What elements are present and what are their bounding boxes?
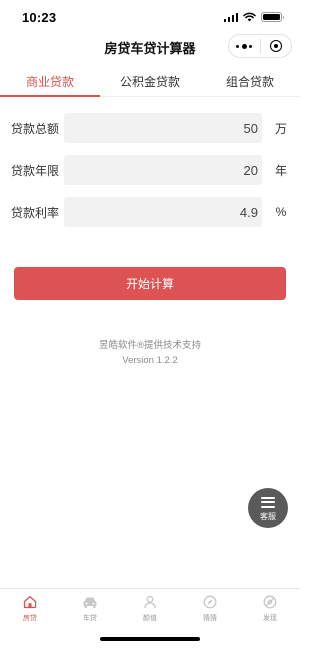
loan-amount-unit: 万 bbox=[274, 121, 287, 136]
loan-amount-row: 贷款总额 万 bbox=[0, 111, 300, 145]
status-icons bbox=[223, 12, 284, 22]
tabbar-item-mortgage[interactable]: 房贷 bbox=[0, 589, 60, 627]
loan-form: 贷款总额 万 贷款年限 年 贷款利率 % bbox=[0, 111, 300, 237]
loan-rate-input[interactable] bbox=[64, 197, 262, 227]
tabbar-item-discover[interactable]: 发现 bbox=[240, 589, 300, 627]
tab-provident-fund-loan[interactable]: 公积金贷款 bbox=[100, 67, 200, 96]
page-title: 房贷车贷计算器 bbox=[104, 40, 196, 56]
loan-type-tabs: 商业贷款 公积金贷款 组合贷款 bbox=[0, 67, 300, 97]
version-text: Version 1.2.2 bbox=[122, 355, 178, 366]
discover-icon bbox=[262, 594, 278, 610]
close-button[interactable] bbox=[261, 35, 292, 57]
signal-icon bbox=[223, 12, 238, 22]
tabbar-label-car-loan: 车贷 bbox=[83, 614, 97, 622]
more-button[interactable] bbox=[229, 35, 260, 57]
more-dots-icon bbox=[236, 43, 253, 49]
mini-program-capsule bbox=[228, 34, 292, 58]
tech-support-credit: 昱皓软件®提供技术支持 bbox=[98, 340, 201, 351]
tabbar-label-discover: 发现 bbox=[263, 614, 277, 622]
loan-years-unit: 年 bbox=[274, 163, 287, 178]
customer-service-button[interactable]: 客服 bbox=[248, 488, 288, 528]
status-time: 10:23 bbox=[22, 9, 57, 25]
bottom-tab-bar: 房贷 车贷 颜值 猜猜 发现 bbox=[0, 588, 300, 649]
exit-target-icon bbox=[269, 40, 282, 52]
tabbar-item-appearance[interactable]: 颜值 bbox=[120, 589, 180, 627]
start-calculation-button[interactable]: 开始计算 bbox=[14, 267, 286, 300]
battery-icon bbox=[261, 12, 284, 22]
loan-years-row: 贷款年限 年 bbox=[0, 153, 300, 187]
person-icon bbox=[142, 594, 158, 610]
menu-lines-icon bbox=[261, 496, 275, 508]
loan-rate-label: 贷款利率 bbox=[11, 205, 60, 220]
loan-amount-input[interactable] bbox=[64, 113, 262, 143]
tab-commercial-loan[interactable]: 商业贷款 bbox=[0, 67, 100, 97]
compass-icon bbox=[202, 594, 218, 610]
home-icon bbox=[22, 594, 38, 610]
loan-rate-unit: % bbox=[275, 205, 287, 219]
wifi-icon bbox=[243, 12, 256, 22]
home-indicator bbox=[100, 637, 200, 641]
tabbar-item-car-loan[interactable]: 车贷 bbox=[60, 589, 120, 627]
tabbar-label-appearance: 颜值 bbox=[143, 614, 157, 622]
loan-years-label: 贷款年限 bbox=[11, 163, 60, 178]
tabbar-label-guess: 猜猜 bbox=[203, 614, 217, 622]
tabbar-item-guess[interactable]: 猜猜 bbox=[180, 589, 240, 627]
customer-service-label: 客服 bbox=[260, 511, 276, 521]
loan-years-input[interactable] bbox=[64, 155, 262, 185]
tab-combined-loan[interactable]: 组合贷款 bbox=[200, 67, 300, 96]
status-bar: 10:23 bbox=[0, 0, 300, 34]
tabbar-label-mortgage: 房贷 bbox=[23, 614, 37, 622]
loan-rate-row: 贷款利率 % bbox=[0, 195, 300, 229]
loan-amount-label: 贷款总额 bbox=[11, 121, 60, 136]
car-icon bbox=[82, 594, 98, 610]
nav-bar: 房贷车贷计算器 bbox=[0, 34, 300, 60]
